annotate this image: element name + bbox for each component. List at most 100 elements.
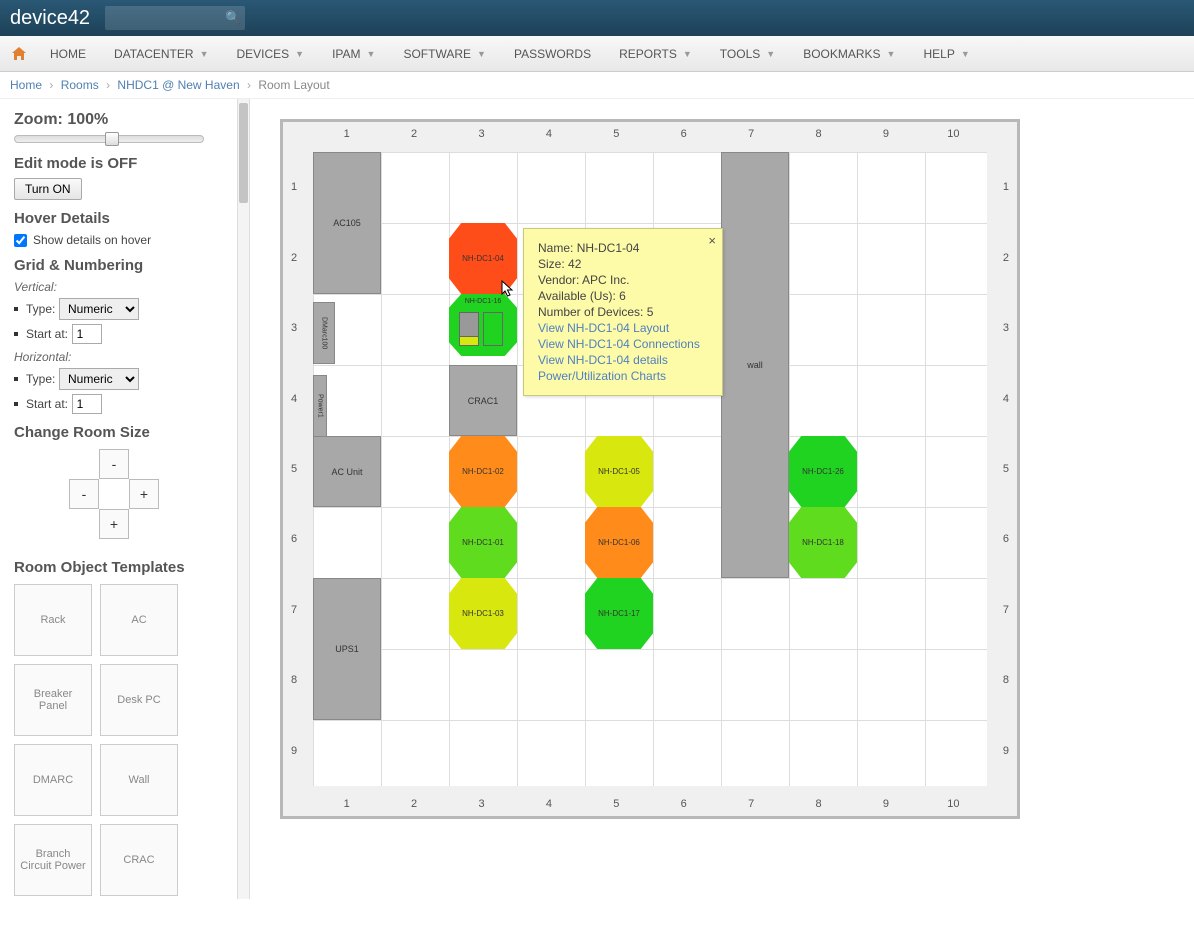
grid-label: 5: [583, 128, 650, 140]
grid-label: 1: [1003, 152, 1009, 222]
breadcrumb-home[interactable]: Home: [10, 78, 42, 92]
rack-nh-dc1-18[interactable]: NH-DC1-18: [789, 507, 857, 578]
zoom-slider[interactable]: [14, 135, 204, 143]
grid-label: 9: [291, 716, 297, 786]
nav-ipam[interactable]: IPAM▼: [318, 47, 389, 61]
chevron-down-icon: ▼: [766, 49, 775, 59]
object-ac105[interactable]: AC105: [313, 152, 381, 294]
nav-help[interactable]: HELP▼: [909, 47, 983, 61]
template-rack[interactable]: Rack: [14, 584, 92, 656]
object-ups[interactable]: UPS1: [313, 578, 381, 720]
rack-nh-dc1-03[interactable]: NH-DC1-03: [449, 578, 517, 649]
breadcrumb-room[interactable]: NHDC1 @ New Haven: [117, 78, 239, 92]
vertical-start-input[interactable]: [72, 324, 102, 344]
zoom-slider-thumb[interactable]: [105, 132, 119, 146]
tooltip-link-power[interactable]: Power/Utilization Charts: [538, 369, 708, 383]
template-breaker-panel[interactable]: Breaker Panel: [14, 664, 92, 736]
grid-label: 7: [717, 128, 784, 140]
grid-label: 2: [380, 128, 447, 140]
room-grid[interactable]: 12345678910 12345678910 123456789 123456…: [280, 119, 1020, 819]
breadcrumb-current: Room Layout: [258, 78, 329, 92]
nav-home[interactable]: HOME: [36, 47, 100, 61]
grid-label: 6: [291, 504, 297, 574]
grid-label: 9: [1003, 716, 1009, 786]
rack-nh-dc1-02[interactable]: NH-DC1-02: [449, 436, 517, 507]
hover-checkbox[interactable]: [14, 234, 27, 247]
tooltip-link-connections[interactable]: View NH-DC1-04 Connections: [538, 337, 708, 351]
breadcrumb-rooms[interactable]: Rooms: [61, 78, 99, 92]
horizontal-start-input[interactable]: [72, 394, 102, 414]
grid-label: 6: [650, 128, 717, 140]
grid-label: 10: [920, 798, 987, 810]
object-wall[interactable]: wall: [721, 152, 789, 578]
rack-nh-dc1-06[interactable]: NH-DC1-06: [585, 507, 653, 578]
template-ac[interactable]: AC: [100, 584, 178, 656]
tooltip-close-icon[interactable]: ×: [708, 233, 716, 248]
rack-nh-dc1-26[interactable]: NH-DC1-26: [789, 436, 857, 507]
grid-label: 5: [1003, 434, 1009, 504]
app-logo[interactable]: device42: [10, 7, 90, 30]
rack-nh-dc1-05[interactable]: NH-DC1-05: [585, 436, 653, 507]
vertical-subheading: Vertical:: [14, 280, 235, 294]
nav-reports[interactable]: REPORTS▼: [605, 47, 706, 61]
rack-nh-dc1-01[interactable]: NH-DC1-01: [449, 507, 517, 578]
object-acunit[interactable]: AC Unit: [313, 436, 381, 507]
home-icon[interactable]: [10, 45, 28, 63]
template-dmarc[interactable]: DMARC: [14, 744, 92, 816]
vertical-type-select[interactable]: Numeric: [59, 298, 139, 320]
grid-numbering-heading: Grid & Numbering: [14, 257, 235, 274]
tooltip-link-details[interactable]: View NH-DC1-04 details: [538, 353, 708, 367]
horizontal-start-label: Start at:: [26, 397, 68, 411]
grid-label: 8: [785, 798, 852, 810]
rack-nh-dc1-16[interactable]: NH-DC1-16: [449, 294, 517, 356]
zoom-label: Zoom: 100%: [14, 111, 235, 129]
main-canvas: 12345678910 12345678910 123456789 123456…: [250, 99, 1194, 899]
grid-label: 3: [448, 798, 515, 810]
size-right-button[interactable]: +: [129, 479, 159, 509]
grid-label: 10: [920, 128, 987, 140]
nav-bookmarks[interactable]: BOOKMARKS▼: [789, 47, 909, 61]
object-power[interactable]: Power1: [313, 375, 327, 437]
object-crac[interactable]: CRAC1: [449, 365, 517, 436]
size-left-button[interactable]: -: [69, 479, 99, 509]
grid-label: 4: [1003, 363, 1009, 433]
grid-label: 8: [1003, 645, 1009, 715]
chevron-down-icon: ▼: [887, 49, 896, 59]
template-desk-pc[interactable]: Desk PC: [100, 664, 178, 736]
vertical-type-label: Type:: [26, 302, 55, 316]
grid-label: 4: [515, 798, 582, 810]
chevron-down-icon: ▼: [200, 49, 209, 59]
breadcrumb-sep: ›: [49, 78, 53, 92]
template-crac[interactable]: CRAC: [100, 824, 178, 896]
horizontal-type-label: Type:: [26, 372, 55, 386]
breadcrumb-sep: ›: [106, 78, 110, 92]
rack-nh-dc1-04[interactable]: NH-DC1-04: [449, 223, 517, 294]
turn-on-button[interactable]: Turn ON: [14, 178, 82, 200]
grid-label: 9: [852, 128, 919, 140]
grid-label: 8: [291, 645, 297, 715]
tooltip-link-layout[interactable]: View NH-DC1-04 Layout: [538, 321, 708, 335]
sidebar-scrollbar-thumb[interactable]: [239, 103, 248, 203]
grid-label: 2: [380, 798, 447, 810]
size-bottom-button[interactable]: +: [99, 509, 129, 539]
search-input[interactable]: [105, 6, 245, 30]
rack-nh-dc1-17[interactable]: NH-DC1-17: [585, 578, 653, 649]
horizontal-type-select[interactable]: Numeric: [59, 368, 139, 390]
nav-passwords[interactable]: PASSWORDS: [500, 47, 605, 61]
grid-label: 3: [1003, 293, 1009, 363]
grid-inner[interactable]: AC105 DMarc100 Power1 CRAC1 AC Unit UPS1…: [313, 152, 987, 786]
sidebar-scrollbar[interactable]: [237, 99, 249, 899]
grid-label: 6: [650, 798, 717, 810]
template-branch-circuit-power[interactable]: Branch Circuit Power: [14, 824, 92, 896]
nav-devices[interactable]: DEVICES▼: [222, 47, 318, 61]
size-top-button[interactable]: -: [99, 449, 129, 479]
tooltip-name-value: NH-DC1-04: [577, 241, 640, 255]
object-dmarc[interactable]: DMarc100: [313, 302, 335, 364]
nav-datacenter[interactable]: DATACENTER▼: [100, 47, 222, 61]
grid-label: 3: [448, 128, 515, 140]
nav-tools[interactable]: TOOLS▼: [706, 47, 789, 61]
template-wall[interactable]: Wall: [100, 744, 178, 816]
nav-software[interactable]: SOFTWARE▼: [389, 47, 499, 61]
breadcrumb-sep: ›: [247, 78, 251, 92]
search-icon: 🔍: [225, 10, 241, 26]
